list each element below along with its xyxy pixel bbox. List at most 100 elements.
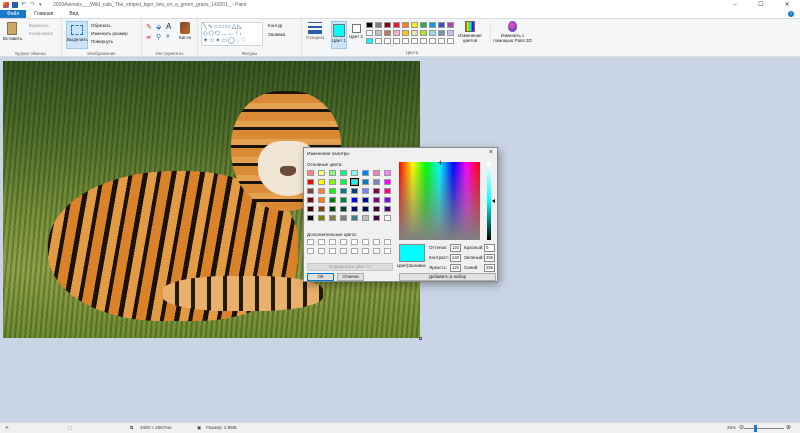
basic-color-swatch[interactable] bbox=[329, 206, 336, 212]
basic-color-swatch[interactable] bbox=[329, 170, 336, 176]
help-icon[interactable]: ? bbox=[788, 11, 794, 17]
outline-button[interactable]: Контур bbox=[268, 23, 282, 28]
palette-swatch[interactable] bbox=[411, 22, 418, 28]
custom-color-swatch[interactable] bbox=[351, 248, 358, 254]
palette-swatch[interactable] bbox=[384, 22, 391, 28]
luminance-arrow-icon[interactable] bbox=[492, 199, 495, 203]
basic-color-swatch[interactable] bbox=[384, 215, 391, 221]
basic-color-swatch[interactable] bbox=[384, 179, 391, 185]
basic-color-swatch[interactable] bbox=[340, 179, 347, 185]
custom-color-swatch[interactable] bbox=[307, 248, 314, 254]
basic-color-swatch[interactable] bbox=[351, 206, 358, 212]
palette-swatch[interactable] bbox=[366, 30, 373, 36]
text-icon[interactable]: A bbox=[166, 22, 171, 31]
basic-color-swatch[interactable] bbox=[318, 215, 325, 221]
basic-color-swatch[interactable] bbox=[351, 170, 358, 176]
size-button[interactable]: Толщина bbox=[304, 22, 326, 40]
zoom-in-icon[interactable]: ⊕ bbox=[786, 424, 791, 431]
basic-color-swatch[interactable] bbox=[329, 188, 336, 194]
custom-color-swatch[interactable] bbox=[340, 248, 347, 254]
basic-color-swatch[interactable] bbox=[384, 170, 391, 176]
palette-swatch[interactable] bbox=[420, 38, 427, 44]
palette-swatch[interactable] bbox=[384, 38, 391, 44]
custom-color-swatch[interactable] bbox=[318, 248, 325, 254]
lum-field[interactable]: 120 bbox=[450, 264, 461, 272]
eraser-icon[interactable]: ▰ bbox=[146, 33, 151, 41]
basic-color-swatch[interactable] bbox=[350, 178, 359, 186]
canvas-resize-handle[interactable] bbox=[419, 337, 422, 340]
palette-swatch[interactable] bbox=[438, 38, 445, 44]
palette-swatch[interactable] bbox=[375, 38, 382, 44]
basic-color-swatch[interactable] bbox=[373, 197, 380, 203]
tab-home[interactable]: Главная bbox=[26, 10, 61, 18]
hue-field[interactable]: 120 bbox=[450, 244, 461, 252]
resize-button[interactable]: Изменить размер bbox=[91, 31, 128, 36]
basic-color-swatch[interactable] bbox=[384, 197, 391, 203]
basic-color-swatch[interactable] bbox=[351, 188, 358, 194]
custom-color-swatch[interactable] bbox=[340, 239, 347, 245]
custom-color-swatch[interactable] bbox=[362, 248, 369, 254]
custom-color-swatch[interactable] bbox=[384, 239, 391, 245]
sat-field[interactable]: 240 bbox=[450, 254, 461, 262]
basic-color-swatch[interactable] bbox=[307, 215, 314, 221]
palette-swatch[interactable] bbox=[429, 38, 436, 44]
palette-swatch[interactable] bbox=[393, 30, 400, 36]
basic-color-swatch[interactable] bbox=[362, 215, 369, 221]
palette-swatch[interactable] bbox=[402, 30, 409, 36]
select-button[interactable]: Выделить bbox=[66, 21, 88, 49]
palette-swatch[interactable] bbox=[447, 22, 454, 28]
basic-color-swatch[interactable] bbox=[340, 170, 347, 176]
customize-qa-icon[interactable]: ▾ bbox=[39, 2, 45, 8]
color2-button[interactable]: Цвет 2 bbox=[349, 23, 363, 39]
basic-color-swatch[interactable] bbox=[318, 179, 325, 185]
color-picker-icon[interactable]: ⚲ bbox=[156, 33, 161, 41]
cut-button[interactable]: Вырезать bbox=[29, 23, 49, 28]
custom-color-swatch[interactable] bbox=[384, 248, 391, 254]
palette-swatch[interactable] bbox=[375, 22, 382, 28]
add-to-custom-colors-button[interactable]: Добавить в набор bbox=[399, 273, 496, 281]
basic-color-swatch[interactable] bbox=[384, 188, 391, 194]
custom-color-swatch[interactable] bbox=[373, 248, 380, 254]
basic-color-swatch[interactable] bbox=[307, 179, 314, 185]
palette-swatch[interactable] bbox=[420, 22, 427, 28]
brushes-button[interactable]: Кисти bbox=[176, 22, 194, 40]
palette-swatch[interactable] bbox=[402, 38, 409, 44]
cancel-button[interactable]: Отмена bbox=[337, 273, 364, 281]
magnifier-icon[interactable]: ⌕ bbox=[166, 33, 170, 41]
palette-swatch[interactable] bbox=[375, 30, 382, 36]
dialog-close-icon[interactable]: × bbox=[489, 149, 493, 156]
custom-color-swatch[interactable] bbox=[329, 248, 336, 254]
basic-color-swatch[interactable] bbox=[340, 197, 347, 203]
luminance-slider[interactable] bbox=[487, 162, 491, 240]
basic-color-swatch[interactable] bbox=[340, 206, 347, 212]
custom-color-swatch[interactable] bbox=[307, 239, 314, 245]
close-button[interactable]: ✕ bbox=[774, 0, 800, 10]
palette-swatch[interactable] bbox=[420, 30, 427, 36]
basic-color-swatch[interactable] bbox=[318, 206, 325, 212]
edit-colors-button[interactable]: Изменение цветов bbox=[456, 21, 484, 43]
copy-button[interactable]: Копировать bbox=[29, 31, 53, 36]
basic-color-swatch[interactable] bbox=[307, 206, 314, 212]
zoom-slider-track[interactable] bbox=[744, 428, 784, 429]
basic-color-swatch[interactable] bbox=[384, 206, 391, 212]
basic-color-swatch[interactable] bbox=[307, 170, 314, 176]
pencil-icon[interactable]: ✎ bbox=[146, 23, 152, 31]
rotate-button[interactable]: Повернуть bbox=[91, 39, 113, 44]
basic-color-swatch[interactable] bbox=[351, 197, 358, 203]
custom-color-swatch[interactable] bbox=[362, 239, 369, 245]
basic-color-swatch[interactable] bbox=[362, 188, 369, 194]
basic-color-swatch[interactable] bbox=[373, 188, 380, 194]
basic-color-swatch[interactable] bbox=[373, 215, 380, 221]
undo-icon[interactable]: ↶ bbox=[21, 2, 27, 8]
basic-color-swatch[interactable] bbox=[340, 215, 347, 221]
palette-swatch[interactable] bbox=[366, 22, 373, 28]
palette-swatch[interactable] bbox=[447, 30, 454, 36]
basic-color-swatch[interactable] bbox=[362, 206, 369, 212]
save-icon[interactable] bbox=[12, 2, 18, 8]
custom-color-swatch[interactable] bbox=[351, 239, 358, 245]
basic-color-swatch[interactable] bbox=[351, 215, 358, 221]
red-field[interactable]: 0 bbox=[484, 244, 495, 252]
crop-button[interactable]: Обрезать bbox=[91, 23, 111, 28]
shapes-gallery[interactable]: ╲∿○▭▭△◺ ◇⬠⬡→←↑↓ ✦☆✶▭◯◌♡ bbox=[201, 22, 263, 46]
basic-color-swatch[interactable] bbox=[329, 215, 336, 221]
